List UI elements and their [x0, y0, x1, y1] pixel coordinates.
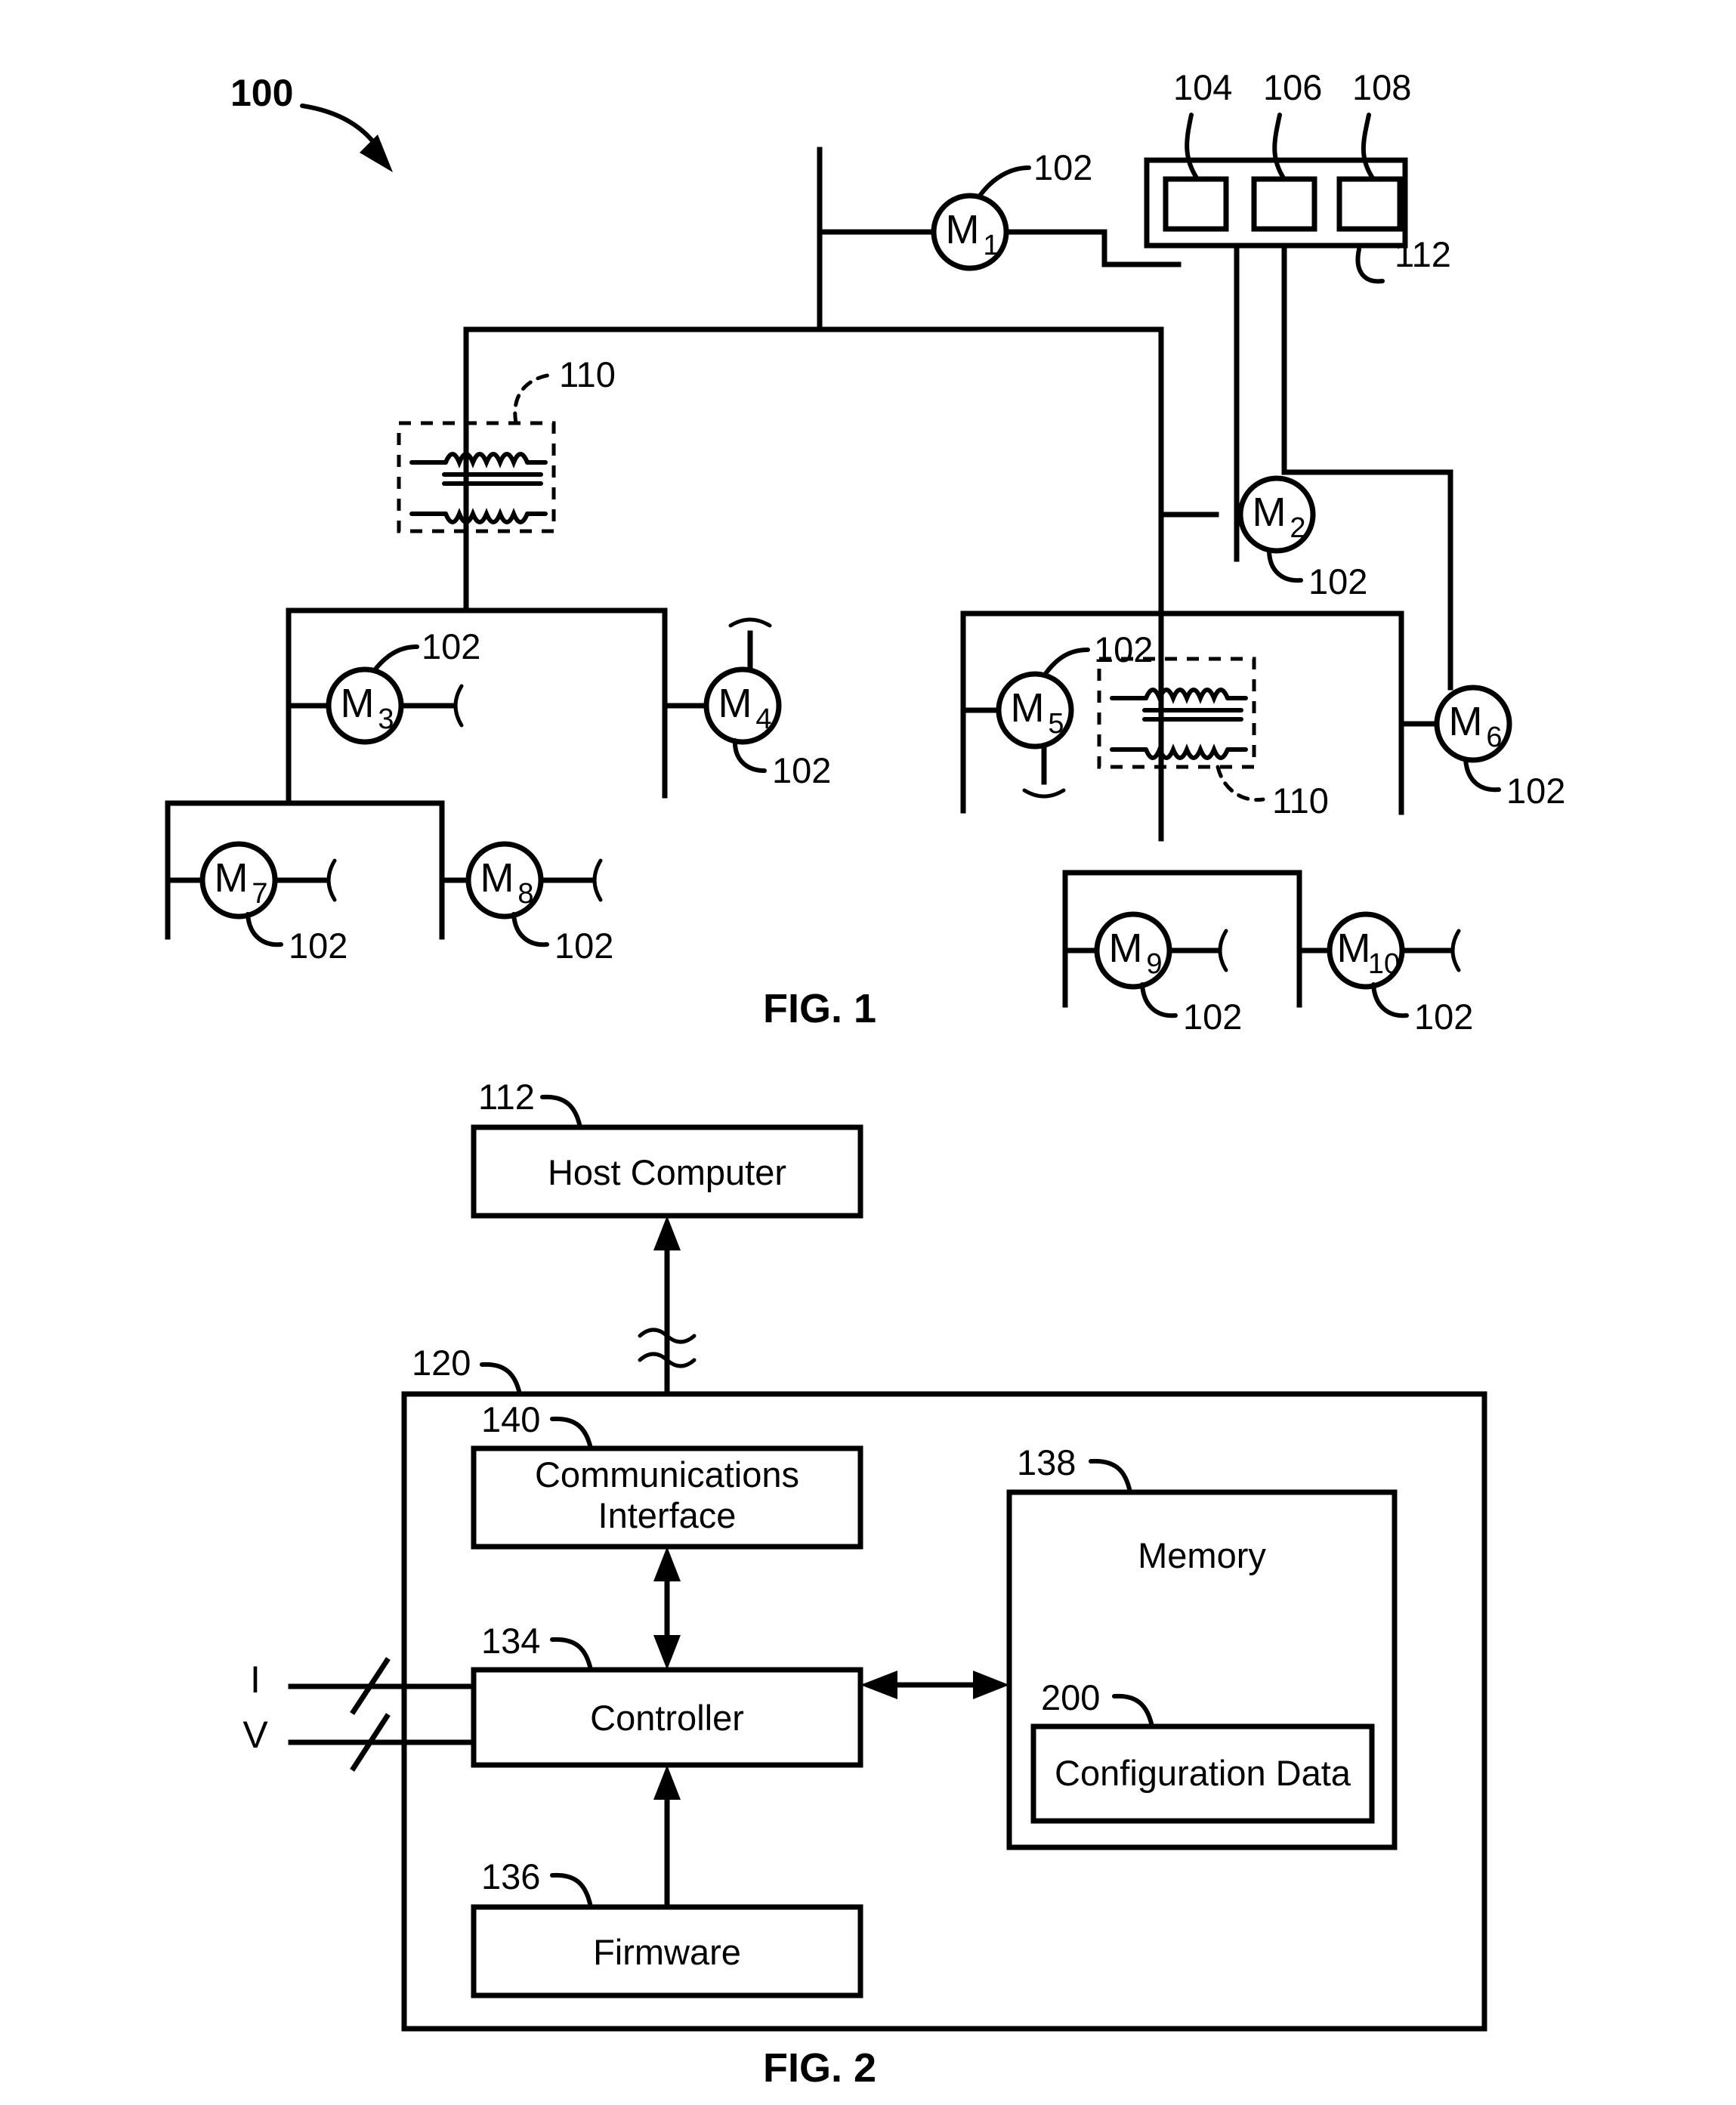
motor-m8-label: M	[480, 855, 514, 901]
ref-134: 134	[481, 1621, 540, 1661]
motor-m5-sublabel: 5	[1048, 708, 1064, 740]
ref-110-right-leader	[1216, 765, 1265, 802]
ref-102-m5: 102	[1094, 629, 1153, 669]
ref-120-leader	[480, 1362, 522, 1396]
ref-108: 108	[1352, 67, 1411, 107]
ref-102-m3-leader	[372, 644, 419, 673]
motor-m6-label: M	[1449, 699, 1483, 744]
system-ref-100: 100	[230, 72, 293, 114]
ref-102-m2: 102	[1308, 561, 1367, 601]
module-104[interactable]	[1163, 176, 1229, 232]
motor-m2-sublabel: 2	[1290, 512, 1305, 544]
ref-102-m7-leader	[246, 912, 283, 947]
motor-m3-label: M	[341, 681, 375, 726]
ref-112-leader-fig1	[1355, 247, 1385, 284]
ref-102-m8: 102	[554, 926, 613, 966]
motor-m1-label: M	[946, 207, 980, 252]
patent-drawing-sheet: 100 M 1 102 104 106 108 112 110 M 3 102 …	[0, 0, 1736, 2105]
ref-102-m9-leader	[1140, 982, 1178, 1018]
motor-m2-label: M	[1253, 490, 1287, 535]
ref-102-m6: 102	[1506, 771, 1565, 811]
motor-m6-sublabel: 6	[1486, 722, 1502, 753]
host-link-arrow-up	[653, 1216, 681, 1250]
ref-136: 136	[481, 1856, 540, 1896]
module-108[interactable]	[1336, 176, 1403, 232]
transformer-110-right-symbol	[1110, 688, 1248, 760]
ref-102-m4-leader	[732, 738, 767, 773]
ref-104: 104	[1173, 67, 1232, 107]
figure-1-caption: FIG. 1	[763, 986, 876, 1031]
figure-2-caption: FIG. 2	[763, 2045, 876, 2091]
ref-140: 140	[481, 1399, 540, 1439]
memory-label: Memory	[1138, 1535, 1266, 1575]
ref-112-leader-fig2	[540, 1094, 582, 1130]
m8-load-icon	[592, 858, 603, 902]
transformer-110-left-symbol	[409, 452, 548, 524]
m9-load-icon	[1218, 929, 1228, 972]
motor-m9-label: M	[1109, 926, 1143, 971]
figure-2: Host Computer 112 120 Communications Int…	[242, 1077, 1487, 2091]
motor-m9-sublabel: 9	[1146, 948, 1162, 980]
m5-load-icon	[1022, 788, 1066, 799]
ref-102-m1-leader	[978, 165, 1031, 198]
ref-110-right: 110	[1272, 780, 1329, 821]
firmware-label: Firmware	[593, 1932, 741, 1972]
ref-102-m10: 102	[1414, 997, 1473, 1037]
ref-110-left: 110	[559, 354, 616, 394]
motor-m8-sublabel: 8	[517, 878, 533, 910]
ref-102-m9: 102	[1183, 997, 1242, 1037]
motor-m10-label: M	[1337, 926, 1371, 971]
ref-110-left-leader	[513, 372, 554, 425]
ref-120: 120	[412, 1343, 471, 1383]
motor-m7-sublabel: 7	[252, 878, 267, 910]
ref-138: 138	[1017, 1442, 1076, 1482]
ref-102-m2-leader	[1267, 548, 1303, 583]
ref-112-fig1: 112	[1395, 234, 1451, 274]
ref-106: 106	[1263, 67, 1322, 107]
motor-m10-sublabel: 10	[1368, 948, 1400, 980]
motor-m7-label: M	[215, 855, 249, 901]
communications-interface-label-line1: Communications	[535, 1454, 799, 1495]
input-I-label: I	[250, 1658, 261, 1701]
motor-m4-sublabel: 4	[755, 703, 771, 735]
motor-m4-label: M	[718, 681, 752, 726]
m4-load-icon	[728, 617, 772, 628]
motor-m1-sublabel: 1	[983, 230, 999, 261]
ref-102-m10-leader	[1371, 982, 1409, 1018]
motor-m5-label: M	[1011, 685, 1045, 731]
ref-102-m4: 102	[772, 750, 831, 790]
ref-102-m3: 102	[422, 626, 480, 666]
communications-interface-label-line2: Interface	[598, 1495, 737, 1535]
motor-m3-sublabel: 3	[378, 703, 394, 735]
ref-112-fig2: 112	[478, 1077, 535, 1117]
ref-102-m5-leader	[1043, 648, 1090, 677]
ref-200: 200	[1041, 1677, 1100, 1717]
panel-to-m6-drop	[1281, 243, 1453, 691]
input-V-label: V	[242, 1714, 268, 1756]
host-computer-label: Host Computer	[548, 1152, 786, 1192]
ref-102-m8-leader	[511, 912, 549, 947]
m3-load-icon	[453, 684, 464, 728]
ref-102-m6-leader	[1463, 757, 1501, 793]
module-106[interactable]	[1251, 176, 1317, 232]
configuration-data-label: Configuration Data	[1055, 1753, 1351, 1793]
figure-1: 100 M 1 102 104 106 108 112 110 M 3 102 …	[165, 67, 1565, 1037]
ref-100-arrowhead	[360, 134, 393, 172]
controller-label: Controller	[590, 1698, 744, 1738]
m7-load-icon	[326, 858, 337, 902]
m10-load-icon	[1450, 929, 1461, 972]
ref-102-m7: 102	[289, 926, 348, 966]
ref-102-m1: 102	[1033, 147, 1092, 187]
